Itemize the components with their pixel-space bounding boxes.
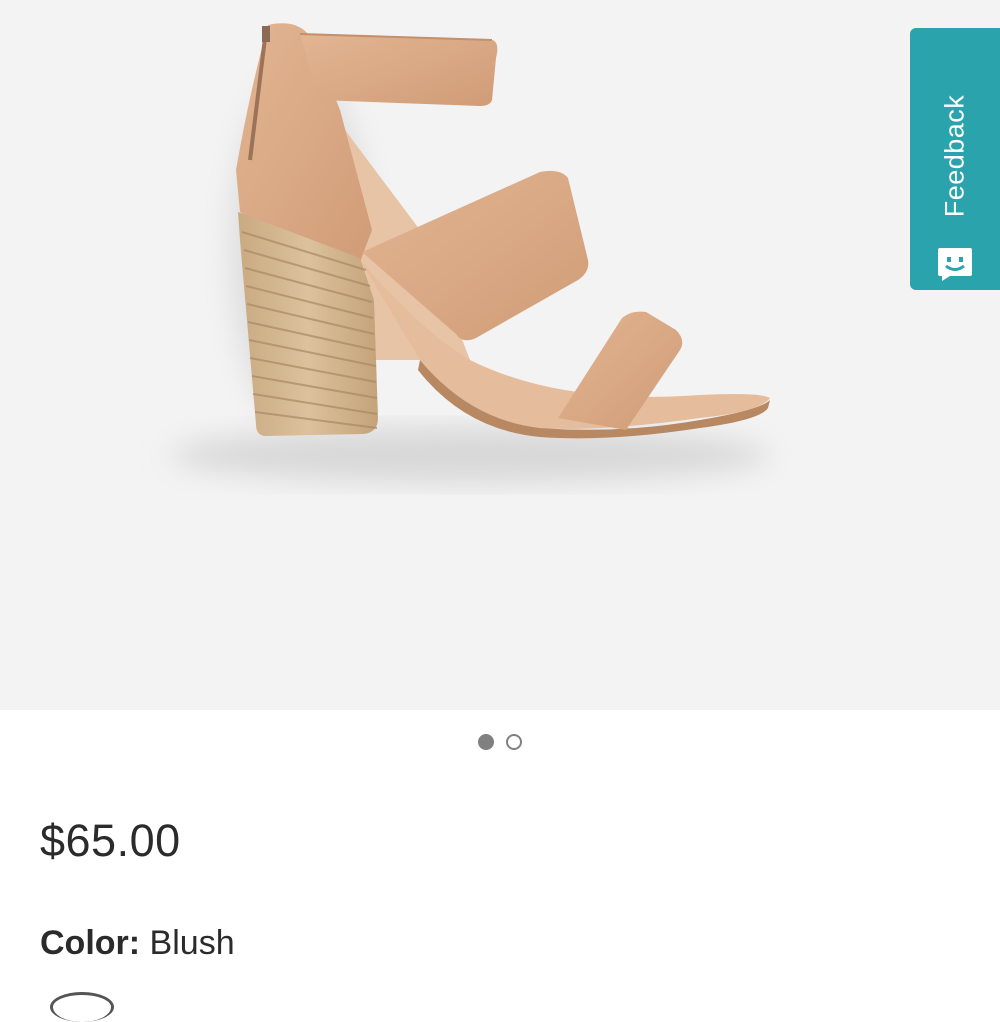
color-swatch[interactable] <box>50 992 114 1022</box>
feedback-tab[interactable]: Feedback <box>910 28 1000 290</box>
smiley-chat-icon <box>938 248 972 281</box>
product-price: $65.00 <box>40 815 181 866</box>
carousel-indicator <box>0 734 1000 750</box>
carousel-dot-2[interactable] <box>506 734 522 750</box>
product-image[interactable]: Feedback <box>0 0 1000 710</box>
feedback-label: Feedback <box>939 94 970 218</box>
sandal-image <box>170 23 770 483</box>
color-label: Color: <box>40 924 141 962</box>
color-value: Blush <box>149 924 235 962</box>
carousel-dot-1[interactable] <box>478 734 494 750</box>
color-row: Color: Blush <box>40 924 235 963</box>
